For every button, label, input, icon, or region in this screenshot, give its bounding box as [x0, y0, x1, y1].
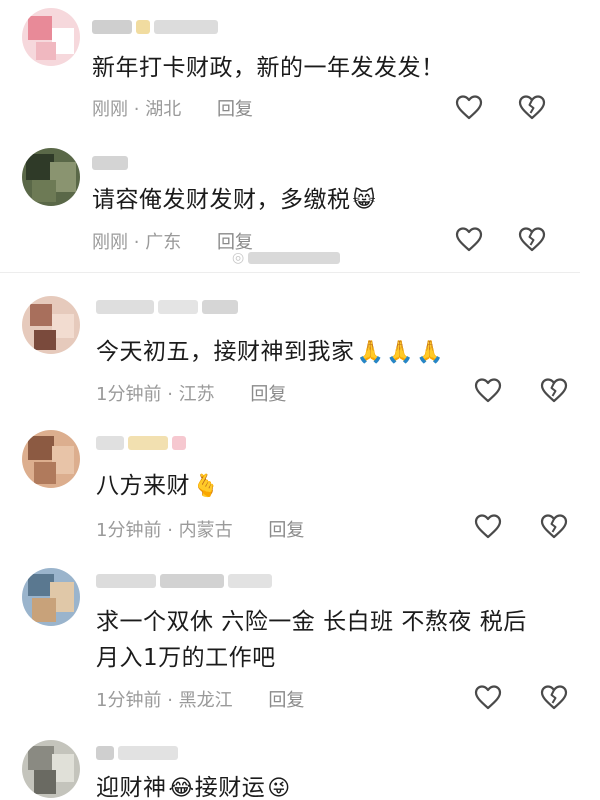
watermark: ◎ — [232, 250, 341, 266]
comment-text-line: 今天初五，接财神到我家 — [96, 339, 355, 365]
comment-text: 八方来财🫰 — [96, 468, 220, 505]
reply-button[interactable]: 回复 — [217, 99, 253, 120]
hand-with-heart-emoji: 🫰 — [192, 473, 220, 499]
comment-time: 1分钟前 — [96, 384, 162, 405]
comment-location: 广东 — [145, 232, 182, 253]
meta-separator: · — [167, 384, 173, 405]
folded-hands-emoji: 🙏 — [416, 339, 445, 365]
reply-button[interactable]: 回复 — [268, 690, 304, 711]
broken-heart-icon — [518, 227, 546, 252]
comment-text-line: 八方来财 — [96, 473, 190, 499]
like-button[interactable] — [474, 513, 502, 539]
avatar[interactable] — [22, 568, 80, 626]
comment-text-line: 请容俺发财发财，多缴税 — [92, 187, 351, 213]
dislike-button[interactable] — [518, 94, 546, 120]
comment-text-line: 月入1万的工作吧 — [96, 645, 276, 671]
comment-meta: 1分钟前 · 江苏 回复 — [96, 380, 286, 406]
heart-outline-icon — [474, 514, 502, 539]
username-redacted[interactable] — [96, 742, 178, 764]
comment-text-line: 新年打卡财政，新的一年发发发！ — [92, 55, 445, 81]
broken-heart-icon — [540, 514, 568, 539]
comment-text: 请容俺发财发财，多缴税😸 — [92, 182, 376, 219]
username-redacted[interactable] — [96, 570, 272, 592]
meta-separator: · — [133, 232, 140, 253]
dislike-button[interactable] — [540, 684, 568, 710]
meta-separator: · — [167, 690, 173, 711]
like-button[interactable] — [474, 684, 502, 710]
avatar[interactable] — [22, 148, 80, 206]
heart-outline-icon — [455, 95, 483, 120]
folded-hands-emoji: 🙏 — [386, 339, 415, 365]
like-button[interactable] — [455, 94, 483, 120]
avatar[interactable] — [22, 430, 80, 488]
comment-meta: 刚刚 · 广东 回复 — [92, 228, 253, 254]
comment-time: 1分钟前 — [96, 690, 162, 711]
heart-outline-icon — [474, 685, 502, 710]
comment-time: 刚刚 — [92, 232, 128, 253]
comment-list: 新年打卡财政，新的一年发发发！ 刚刚 · 湖北 回复 请容俺发财发财，多缴税😸 … — [0, 0, 600, 800]
avatar[interactable] — [22, 740, 80, 798]
comment-text: 求一个双休 六险一金 长白班 不熬夜 税后 月入1万的工作吧 — [96, 604, 527, 676]
broken-heart-icon — [540, 378, 568, 403]
like-button[interactable] — [455, 226, 483, 252]
meta-separator: · — [133, 99, 140, 120]
avatar[interactable] — [22, 296, 80, 354]
comment-text: 今天初五，接财神到我家🙏🙏🙏 — [96, 334, 444, 371]
username-redacted[interactable] — [96, 296, 238, 318]
broken-heart-icon — [540, 685, 568, 710]
username-redacted[interactable] — [92, 16, 218, 38]
comment-meta: 刚刚 · 湖北 回复 — [92, 95, 253, 121]
folded-hands-emoji: 🙏 — [356, 339, 385, 365]
meta-separator: · — [167, 520, 173, 541]
comment-text: 新年打卡财政，新的一年发发发！ — [92, 50, 445, 86]
reply-button[interactable]: 回复 — [250, 384, 286, 405]
like-button[interactable] — [474, 377, 502, 403]
username-redacted[interactable] — [96, 432, 186, 454]
comment-location: 湖北 — [145, 99, 182, 120]
comment-location: 内蒙古 — [178, 520, 233, 541]
dislike-button[interactable] — [518, 226, 546, 252]
dislike-button[interactable] — [540, 513, 568, 539]
comment-meta: 1分钟前 · 黑龙江 回复 — [96, 686, 304, 712]
avatar[interactable] — [22, 8, 80, 66]
comment-location: 黑龙江 — [178, 690, 233, 711]
dislike-button[interactable] — [540, 377, 568, 403]
comment-text-line: 求一个双休 六险一金 长白班 不熬夜 税后 — [96, 609, 527, 635]
section-divider — [0, 272, 580, 273]
comment-text-line: 接财运 — [194, 775, 266, 800]
comment-text-line: 迎财神 — [96, 775, 167, 800]
comment-time: 1分钟前 — [96, 520, 162, 541]
cat-face-emoji: 😸 — [352, 187, 376, 213]
comment-meta: 1分钟前 · 内蒙古 回复 — [96, 516, 304, 542]
comment-location: 江苏 — [178, 384, 215, 405]
tears-of-joy-emoji: 😂 — [168, 775, 195, 800]
comment-time: 刚刚 — [92, 99, 128, 120]
heart-outline-icon — [455, 227, 483, 252]
winking-tongue-emoji: 😜 — [267, 775, 291, 800]
heart-outline-icon — [474, 378, 502, 403]
reply-button[interactable]: 回复 — [268, 520, 304, 541]
broken-heart-icon — [518, 95, 546, 120]
comment-text: 迎财神😂接财运😜 — [96, 770, 291, 800]
username-redacted[interactable] — [92, 152, 128, 174]
